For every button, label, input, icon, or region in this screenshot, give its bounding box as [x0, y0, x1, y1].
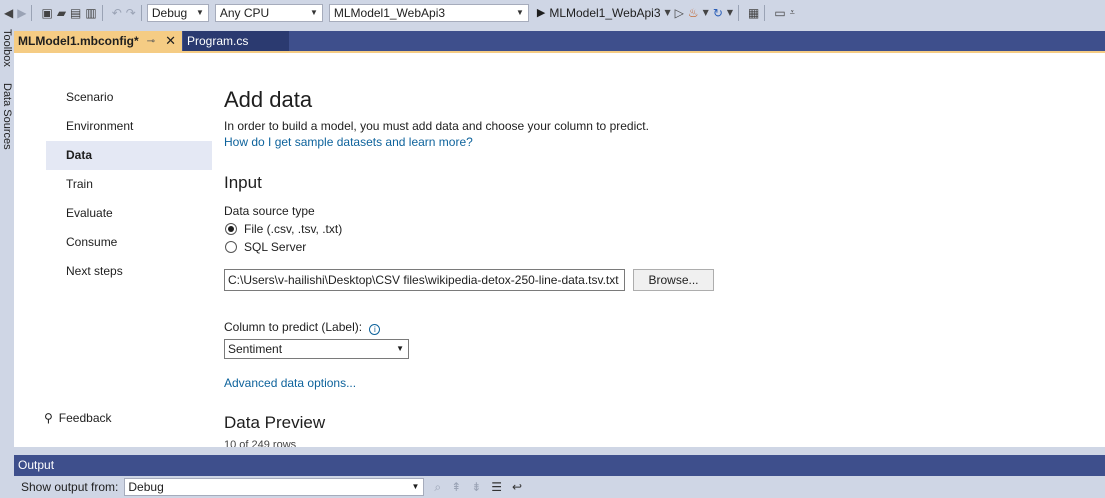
configuration-value: Debug [151, 5, 188, 20]
side-tool-strip: Toolbox Data Sources [0, 25, 14, 455]
close-icon[interactable]: ✕ [165, 33, 176, 49]
forward-icon[interactable]: ▶ [17, 6, 26, 20]
chevron-down-icon: ▼ [411, 482, 420, 491]
previous-message-icon[interactable]: ⇞ [451, 480, 461, 494]
redo-icon[interactable]: ↷ [126, 6, 136, 20]
toolbar-separator [101, 4, 103, 21]
document-tab-bar: MLModel1.mbconfig* ⊸ ✕ Program.cs [14, 31, 1105, 51]
radio-file-label: File (.csv, .tsv, .txt) [244, 222, 343, 236]
toolbar-separator [764, 4, 766, 21]
toolbar-separator [31, 4, 33, 21]
data-source-type-label: Data source type [224, 204, 315, 218]
wizard-nav: Scenario Environment Data Train Evaluate… [46, 83, 212, 286]
output-panel-title[interactable]: Output [14, 455, 1105, 476]
find-message-icon[interactable]: ⌕ [434, 480, 441, 495]
data-preview-heading: Data Preview [224, 413, 326, 432]
radio-button[interactable] [225, 241, 237, 253]
startup-project-select[interactable]: MLModel1_WebApi3 ▼ [328, 3, 529, 22]
save-icon[interactable]: ▤ [70, 6, 81, 20]
show-output-from-select[interactable]: Debug ▼ [124, 478, 425, 496]
radio-button-selected[interactable] [225, 223, 237, 235]
column-to-predict-value: Sentiment [228, 342, 283, 356]
page-description: In order to build a model, you must add … [224, 119, 649, 133]
toolbar-separator [140, 4, 142, 21]
pin-icon[interactable]: ⊸ [147, 36, 155, 47]
start-without-debug-icon[interactable]: ▷ [675, 6, 684, 20]
open-folder-icon[interactable]: ▰ [57, 6, 66, 20]
info-icon[interactable]: i [369, 324, 381, 335]
platform-select[interactable]: Any CPU ▼ [214, 3, 323, 22]
back-icon[interactable]: ◀ [4, 6, 13, 20]
tab-label: MLModel1.mbconfig* [18, 34, 139, 48]
layout-icon[interactable]: ▭ [774, 6, 785, 20]
next-message-icon[interactable]: ⇟ [471, 480, 481, 494]
feedback-label: Feedback [58, 411, 112, 425]
nav-item-train[interactable]: Train [46, 170, 212, 199]
tab-program-cs[interactable]: Program.cs [183, 31, 289, 51]
tab-label: Program.cs [187, 34, 249, 48]
row-count-label: 10 of 249 rows [224, 439, 297, 447]
hot-reload-icon[interactable]: ♨ [688, 6, 699, 20]
advanced-data-options-link[interactable]: Advanced data options... [224, 376, 356, 390]
show-output-from-label: Show output from: [21, 480, 119, 494]
radio-file[interactable]: File (.csv, .tsv, .txt) [225, 222, 342, 236]
input-heading: Input [224, 173, 262, 192]
radio-sql-server[interactable]: SQL Server [225, 240, 306, 254]
feedback-link[interactable]: ⚲ Feedback [44, 411, 112, 425]
toolbar-separator [738, 4, 740, 21]
platform-value: Any CPU [219, 5, 270, 20]
nav-item-environment[interactable]: Environment [46, 112, 212, 141]
nav-item-evaluate[interactable]: Evaluate [46, 199, 212, 228]
model-builder-document: Scenario Environment Data Train Evaluate… [14, 53, 1105, 447]
chevron-down-icon[interactable]: ▼ [703, 8, 709, 17]
chevron-down-icon: ▼ [396, 344, 404, 353]
start-debug-icon[interactable]: ▶ [537, 6, 545, 19]
new-project-icon[interactable]: ▣ [41, 6, 52, 20]
word-wrap-icon[interactable]: ↩ [512, 480, 522, 494]
configuration-select[interactable]: Debug ▼ [146, 3, 209, 22]
data-sources-tab[interactable]: Data Sources [1, 83, 13, 150]
nav-item-consume[interactable]: Consume [46, 228, 212, 257]
toolbar-overflow-icon[interactable]: ⩡ [790, 8, 795, 18]
chevron-down-icon: ▼ [515, 7, 524, 17]
page-title: Add data [224, 87, 313, 112]
show-output-from-value: Debug [128, 480, 164, 494]
file-path-input[interactable]: C:\Users\v-hailishi\Desktop\CSV files\wi… [224, 269, 625, 291]
save-all-icon[interactable]: ▥ [85, 6, 96, 20]
column-to-predict-label: Column to predict (Label): [224, 320, 363, 334]
column-to-predict-select[interactable]: Sentiment ▼ [224, 339, 409, 359]
startup-project-value: MLModel1_WebApi3 [333, 5, 446, 20]
chevron-down-icon: ▼ [309, 7, 318, 17]
chevron-down-icon[interactable]: ▼ [665, 8, 671, 17]
output-toolbar: Show output from: Debug ▼ ⌕ ⇞ ⇟ ☰ ↩ [14, 476, 1105, 498]
main-toolbar: ◀ ▶ ▣ ▰ ▤ ▥ ↶ ↷ Debug ▼ Any CPU ▼ MLMode… [0, 0, 1105, 25]
run-target-label[interactable]: MLModel1_WebApi3 [549, 6, 660, 20]
toolbox-tab[interactable]: Toolbox [1, 29, 13, 67]
sample-datasets-link[interactable]: How do I get sample datasets and learn m… [224, 135, 924, 149]
refresh-icon[interactable]: ↻ [713, 6, 723, 20]
nav-item-data[interactable]: Data [46, 141, 212, 170]
tab-mbconfig[interactable]: MLModel1.mbconfig* ⊸ ✕ [14, 31, 182, 51]
browse-button[interactable]: Browse... [633, 269, 714, 291]
feedback-icon: ⚲ [44, 411, 53, 425]
column-to-predict-row: Column to predict (Label): i [224, 320, 381, 335]
radio-sql-label: SQL Server [244, 240, 307, 254]
chevron-down-icon: ▼ [195, 7, 204, 17]
chevron-down-icon[interactable]: ▼ [727, 8, 733, 17]
clear-all-icon[interactable]: ☰ [491, 480, 502, 494]
data-step-content: Add data In order to build a model, you … [224, 87, 924, 149]
undo-icon[interactable]: ↶ [112, 6, 122, 20]
nav-item-next-steps[interactable]: Next steps [46, 257, 212, 286]
publish-icon[interactable]: ▦ [748, 6, 759, 20]
nav-item-scenario[interactable]: Scenario [46, 83, 212, 112]
